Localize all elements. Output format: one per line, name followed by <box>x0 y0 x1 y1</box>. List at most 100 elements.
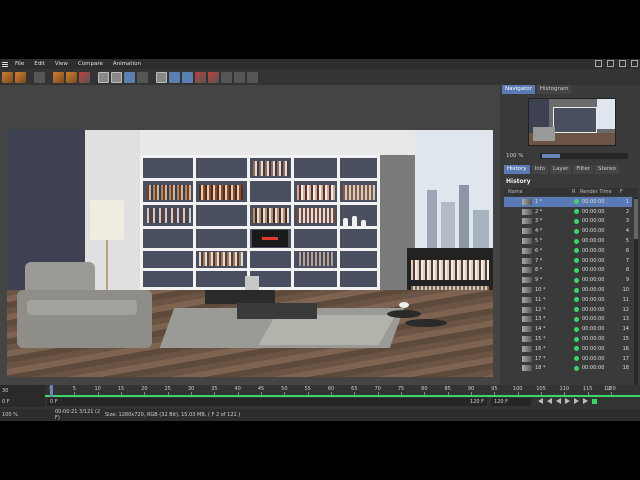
history-row[interactable]: 4 * 00:00:00 4 <box>504 226 632 236</box>
end-frame-field[interactable]: 120 F <box>491 398 531 406</box>
navigator-thumbnail[interactable] <box>528 98 616 146</box>
history-row[interactable]: 6 * 00:00:00 6 <box>504 246 632 256</box>
history-name: 11 * <box>535 296 546 303</box>
history-row[interactable]: 9 * 00:00:00 9 <box>504 275 632 285</box>
history-row[interactable]: 13 * 00:00:00 13 <box>504 315 632 325</box>
menu-compare[interactable]: Compare <box>73 59 108 69</box>
stereo-icon[interactable] <box>156 71 167 83</box>
history-thumbnail <box>522 267 532 274</box>
range-start: 0 F <box>50 399 58 405</box>
status-zoom[interactable]: 100 % <box>0 412 45 418</box>
history-row[interactable]: 16 * 00:00:00 16 <box>504 344 632 354</box>
move-icon[interactable] <box>619 60 626 67</box>
tab-navigator[interactable]: Navigator <box>502 85 535 94</box>
history-row[interactable]: 14 * 00:00:00 14 <box>504 324 632 334</box>
layout-icon[interactable] <box>595 60 602 67</box>
play-backward-icon[interactable] <box>556 398 561 404</box>
text-icon[interactable] <box>234 71 245 83</box>
history-time: 00:00:00 <box>582 238 605 245</box>
history-row[interactable]: 1 * 00:00:00 1 <box>504 197 632 207</box>
menu-view[interactable]: View <box>50 59 73 69</box>
timeline: 30 0510152025303540455055606570758085909… <box>0 385 640 421</box>
history-frame: 5 <box>625 238 629 245</box>
history-row[interactable]: 17 * 00:00:00 17 <box>504 354 632 364</box>
history-row[interactable]: 12 * 00:00:00 12 <box>504 305 632 315</box>
tab-info[interactable]: Info <box>531 165 548 174</box>
history-name: 10 * <box>535 287 546 294</box>
tab-history[interactable]: History <box>504 165 530 174</box>
set-a-icon[interactable] <box>195 71 206 83</box>
ab-compare-icon[interactable] <box>98 71 109 83</box>
history-name: 17 * <box>535 355 546 362</box>
history-frame: 4 <box>625 228 629 235</box>
next-frame-icon[interactable] <box>574 398 579 404</box>
menu-animation[interactable]: Animation <box>108 59 146 69</box>
toolbar <box>0 69 640 85</box>
history-row[interactable]: 18 * 00:00:00 18 <box>504 364 632 374</box>
col-r[interactable]: R <box>572 189 580 195</box>
zoom-slider[interactable] <box>540 152 628 159</box>
history-name: 9 * <box>535 277 543 284</box>
history-row[interactable]: 5 * 00:00:00 5 <box>504 236 632 246</box>
open-icon[interactable] <box>2 71 13 83</box>
col-render-time[interactable]: Render Time <box>580 189 620 195</box>
region-select-icon[interactable] <box>124 71 135 83</box>
history-row[interactable]: 10 * 00:00:00 10 <box>504 285 632 295</box>
render-region-icon[interactable] <box>53 71 64 83</box>
compare-split-icon[interactable] <box>111 71 122 83</box>
tab-histogram[interactable]: Histogram <box>536 85 572 94</box>
hamburger-menu-icon[interactable] <box>0 59 10 69</box>
menu-edit[interactable]: Edit <box>29 59 50 69</box>
play-forward-icon[interactable] <box>565 398 570 404</box>
prev-frame-icon[interactable] <box>547 398 552 404</box>
right-panel: Navigator Histogram 100 % History Info L… <box>502 85 640 421</box>
navigator-zoom-value[interactable]: 100 % <box>502 153 540 159</box>
history-row[interactable]: 3 * 00:00:00 3 <box>504 217 632 227</box>
render-all-icon[interactable] <box>79 71 90 83</box>
save-icon[interactable] <box>15 71 26 83</box>
col-f[interactable]: F <box>620 189 630 195</box>
history-frame: 13 <box>622 316 629 323</box>
last-frame-icon[interactable] <box>583 398 588 404</box>
expand-icon[interactable] <box>631 60 638 67</box>
view-a-icon[interactable] <box>169 71 180 83</box>
range-bar[interactable]: 0 F 120 F <box>47 398 487 406</box>
grid-icon[interactable] <box>221 71 232 83</box>
history-row[interactable]: 8 * 00:00:00 8 <box>504 266 632 276</box>
history-row[interactable]: 11 * 00:00:00 11 <box>504 295 632 305</box>
history-time: 00:00:00 <box>582 326 605 333</box>
history-name: 3 * <box>535 218 543 225</box>
view-b-icon[interactable] <box>182 71 193 83</box>
render-view-icon[interactable] <box>66 71 77 83</box>
history-name: 14 * <box>535 326 546 333</box>
menu-file[interactable]: File <box>10 59 29 69</box>
history-name: 12 * <box>535 306 546 313</box>
set-b-icon[interactable] <box>208 71 219 83</box>
export-icon[interactable] <box>247 71 258 83</box>
panel-toggle-icon[interactable] <box>607 60 614 67</box>
history-row[interactable]: 15 * 00:00:00 15 <box>504 334 632 344</box>
playhead-handle[interactable] <box>50 385 53 397</box>
navigator-tabs: Navigator Histogram <box>502 85 640 94</box>
record-icon[interactable] <box>592 398 597 404</box>
history-name: 15 * <box>535 336 546 343</box>
history-row[interactable]: 7 * 00:00:00 7 <box>504 256 632 266</box>
stop-render-icon[interactable] <box>34 71 45 83</box>
history-thumbnail <box>522 208 532 215</box>
tab-filter[interactable]: Filter <box>573 165 593 174</box>
history-frame: 15 <box>622 336 629 343</box>
history-row[interactable]: 2 * 00:00:00 2 <box>504 207 632 217</box>
col-name[interactable]: Name <box>504 189 572 195</box>
first-frame-icon[interactable] <box>538 398 543 404</box>
current-frame-field[interactable]: 30 <box>0 385 45 397</box>
history-thumbnail <box>522 336 532 343</box>
history-frame: 12 <box>622 306 629 313</box>
tab-layer[interactable]: Layer <box>550 165 572 174</box>
history-time: 00:00:00 <box>582 365 605 372</box>
start-frame-field[interactable]: 0 F <box>0 397 45 407</box>
tab-stereo[interactable]: Stereo <box>594 165 619 174</box>
range-end: 120 F <box>469 399 484 405</box>
swap-icon[interactable] <box>137 71 148 83</box>
image-viewport[interactable] <box>0 85 500 385</box>
history-frame: 8 <box>625 267 629 274</box>
